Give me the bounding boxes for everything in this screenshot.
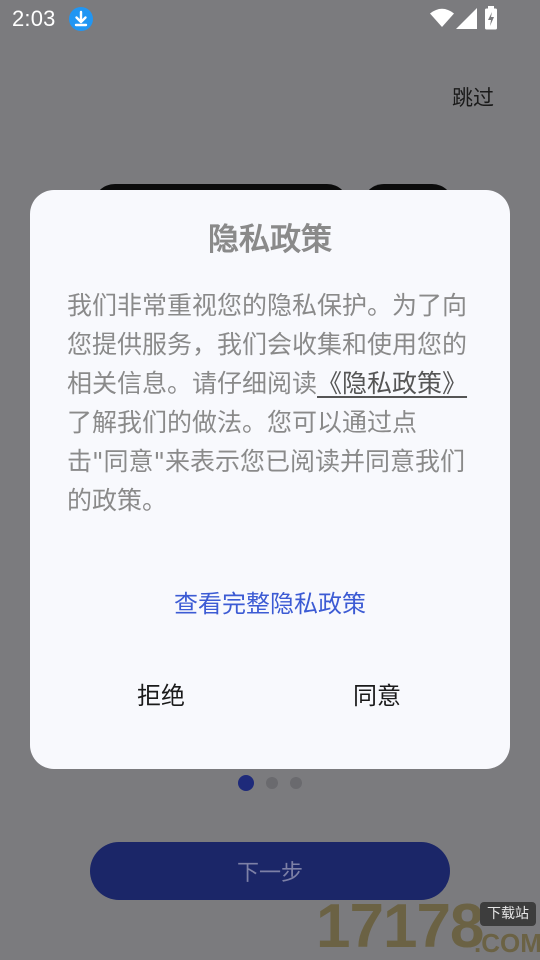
- wifi-icon: [430, 8, 454, 32]
- status-bar: 2:03: [0, 0, 540, 38]
- watermark-domain: .COM: [474, 928, 540, 958]
- dialog-title: 隐私政策: [208, 222, 332, 258]
- battery-charging-icon: [484, 6, 498, 34]
- page-dot-active: [238, 775, 254, 791]
- privacy-policy-dialog: 隐私政策 我们非常重视您的隐私保护。为了向您提供服务，我们会收集和使用您的相关信…: [30, 190, 510, 769]
- page-dot: [266, 777, 278, 789]
- body-text-outro: 了解我们的做法。您可以通过点击"同意"来表示您已阅读并同意我们的政策。: [67, 408, 465, 515]
- download-icon: [69, 7, 93, 31]
- watermark-digits: 17178: [316, 892, 484, 960]
- privacy-policy-link[interactable]: 《隐私政策》: [317, 369, 467, 398]
- reject-button[interactable]: 拒绝: [96, 674, 226, 718]
- skip-button[interactable]: 跳过: [452, 82, 494, 112]
- dialog-body: 我们非常重视您的隐私保护。为了向您提供服务，我们会收集和使用您的相关信息。请仔细…: [67, 286, 477, 520]
- watermark-tag: 下载站: [480, 902, 536, 926]
- watermark-logo: 17178 下载站 .COM: [314, 894, 540, 960]
- signal-icon: [456, 8, 477, 33]
- agree-button[interactable]: 同意: [312, 674, 442, 718]
- page-dot: [290, 777, 302, 789]
- view-full-policy-link[interactable]: 查看完整隐私政策: [30, 584, 510, 619]
- status-time: 2:03: [12, 6, 56, 31]
